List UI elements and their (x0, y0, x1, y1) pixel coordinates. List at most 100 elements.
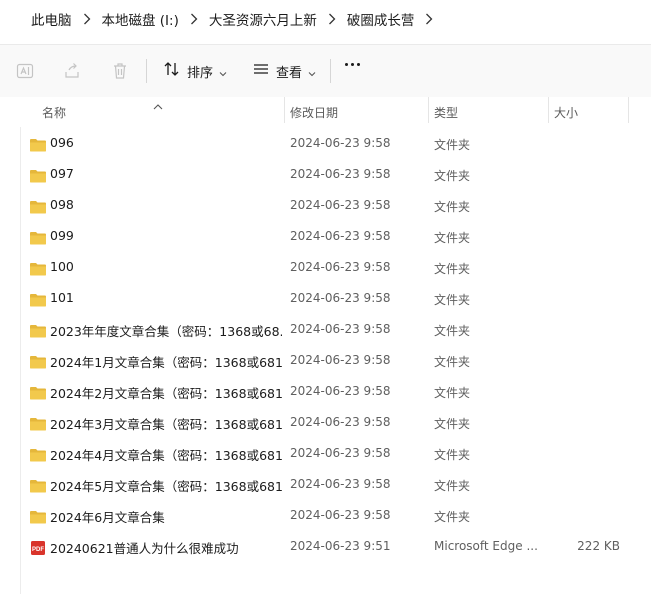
toolbar-divider (330, 59, 331, 83)
folder-icon (29, 199, 47, 214)
folder-icon (29, 478, 47, 493)
svg-text:PDF: PDF (32, 547, 44, 553)
file-name: 099 (50, 228, 74, 243)
folder-icon (29, 323, 47, 338)
breadcrumb-label: 大圣资源六月上新 (208, 13, 317, 29)
chevron-down-icon (308, 62, 316, 81)
view-button[interactable]: 查看 (252, 59, 316, 83)
view-icon (252, 60, 270, 82)
file-name: 2024年3月文章合集（密码：1368或681... (50, 417, 282, 432)
file-row[interactable]: 2024年1月文章合集（密码：1368或681... 2024-06-23 9:5… (24, 345, 634, 376)
folder-icon (29, 416, 47, 431)
column-type[interactable]: 类型 (434, 104, 458, 121)
file-row[interactable]: 2024年3月文章合集（密码：1368或681... 2024-06-23 9:5… (24, 407, 634, 438)
file-date: 2024-06-23 9:58 (290, 384, 391, 398)
sort-label: 排序 (187, 65, 214, 81)
folder-icon (29, 447, 47, 462)
folder-icon (29, 261, 47, 276)
column-size[interactable]: 大小 (554, 104, 578, 121)
file-date: 2024-06-23 9:58 (290, 198, 391, 212)
file-name: 2024年6月文章合集 (50, 510, 165, 525)
file-row[interactable]: 096 2024-06-23 9:58 文件夹 (24, 128, 634, 159)
breadcrumb-item-this-pc[interactable]: 此电脑 (31, 9, 72, 29)
toolbar-divider (146, 59, 147, 83)
file-size: 222 KB (577, 539, 620, 553)
file-row[interactable]: 098 2024-06-23 9:58 文件夹 (24, 190, 634, 221)
file-row[interactable]: 2024年2月文章合集（密码：1368或681... 2024-06-23 9:5… (24, 376, 634, 407)
file-date: 2024-06-23 9:58 (290, 477, 391, 491)
file-type: 文件夹 (434, 262, 471, 276)
rename-icon[interactable] (15, 61, 35, 81)
folder-icon (29, 509, 47, 524)
file-date: 2024-06-23 9:58 (290, 322, 391, 336)
file-date: 2024-06-23 9:51 (290, 539, 391, 553)
file-name: 096 (50, 135, 74, 150)
file-name: 101 (50, 290, 74, 305)
file-name: 2024年1月文章合集（密码：1368或681... (50, 355, 282, 370)
pdf-file-icon: PDF (29, 540, 47, 555)
breadcrumb-label: 本地磁盘 (I:) (101, 13, 179, 29)
column-header: 名称 修改日期 类型 大小 (0, 97, 651, 127)
chevron-right-icon[interactable] (317, 13, 347, 25)
file-row[interactable]: 100 2024-06-23 9:58 文件夹 (24, 252, 634, 283)
file-date: 2024-06-23 9:58 (290, 446, 391, 460)
column-name[interactable]: 名称 (42, 104, 66, 121)
file-row[interactable]: 2024年5月文章合集（密码：1368或681... 2024-06-23 9:5… (24, 469, 634, 500)
file-type: 文件夹 (434, 200, 471, 214)
sort-ascending-icon (153, 95, 163, 114)
share-icon[interactable] (62, 61, 82, 81)
file-row[interactable]: 097 2024-06-23 9:58 文件夹 (24, 159, 634, 190)
file-name: 100 (50, 259, 74, 274)
trash-icon[interactable] (110, 61, 130, 81)
folder-icon (29, 137, 47, 152)
file-row[interactable]: 2023年年度文章合集（密码：1368或68... 2024-06-23 9:58… (24, 314, 634, 345)
folder-icon (29, 292, 47, 307)
file-date: 2024-06-23 9:58 (290, 291, 391, 305)
file-type: Microsoft Edge ... (434, 539, 538, 553)
file-date: 2024-06-23 9:58 (290, 508, 391, 522)
sort-button[interactable]: 排序 (163, 59, 227, 83)
breadcrumb-item-current[interactable]: 破圈成长营 (347, 9, 415, 29)
sort-icon (163, 60, 181, 82)
file-name: 2024年4月文章合集（密码：1368或681... (50, 448, 282, 463)
chevron-right-icon[interactable] (179, 13, 209, 25)
column-divider[interactable] (428, 97, 429, 123)
file-type: 文件夹 (434, 324, 471, 338)
file-date: 2024-06-23 9:58 (290, 229, 391, 243)
column-divider[interactable] (284, 97, 285, 123)
breadcrumb-item-folder[interactable]: 大圣资源六月上新 (209, 9, 317, 29)
column-date[interactable]: 修改日期 (290, 104, 338, 121)
file-type: 文件夹 (434, 231, 471, 245)
file-type: 文件夹 (434, 169, 471, 183)
file-row[interactable]: PDF 20240621普通人为什么很难成功 2024-06-23 9:51 Micr… (24, 531, 634, 562)
file-type: 文件夹 (434, 448, 471, 462)
file-type: 文件夹 (434, 417, 471, 431)
more-options-icon[interactable] (345, 63, 360, 66)
breadcrumb-label: 破圈成长营 (346, 13, 415, 29)
file-row[interactable]: 2024年6月文章合集 2024-06-23 9:58 文件夹 (24, 500, 634, 531)
chevron-right-icon[interactable] (414, 13, 444, 25)
file-row[interactable]: 2024年4月文章合集（密码：1368或681... 2024-06-23 9:5… (24, 438, 634, 469)
column-divider[interactable] (548, 97, 549, 123)
folder-icon (29, 168, 47, 183)
column-divider[interactable] (628, 97, 629, 123)
file-row[interactable]: 099 2024-06-23 9:58 文件夹 (24, 221, 634, 252)
file-date: 2024-06-23 9:58 (290, 415, 391, 429)
breadcrumb-item-local-disk[interactable]: 本地磁盘 (I:) (102, 9, 179, 29)
breadcrumb-label: 此电脑 (31, 13, 72, 29)
file-type: 文件夹 (434, 293, 471, 307)
command-bar: 排序 查看 (0, 44, 651, 98)
file-row[interactable]: 101 2024-06-23 9:58 文件夹 (24, 283, 634, 314)
view-label: 查看 (276, 65, 303, 81)
file-type: 文件夹 (434, 138, 471, 152)
file-type: 文件夹 (434, 355, 471, 369)
chevron-right-icon[interactable] (72, 13, 102, 25)
folder-icon (29, 354, 47, 369)
file-date: 2024-06-23 9:58 (290, 136, 391, 150)
file-type: 文件夹 (434, 510, 471, 524)
folder-icon (29, 230, 47, 245)
navigation-pane-edge (20, 97, 21, 594)
file-name: 20240621普通人为什么很难成功 (50, 541, 239, 556)
file-date: 2024-06-23 9:58 (290, 260, 391, 274)
breadcrumb: 此电脑 本地磁盘 (I:) 大圣资源六月上新 破圈成长营 (0, 0, 651, 38)
